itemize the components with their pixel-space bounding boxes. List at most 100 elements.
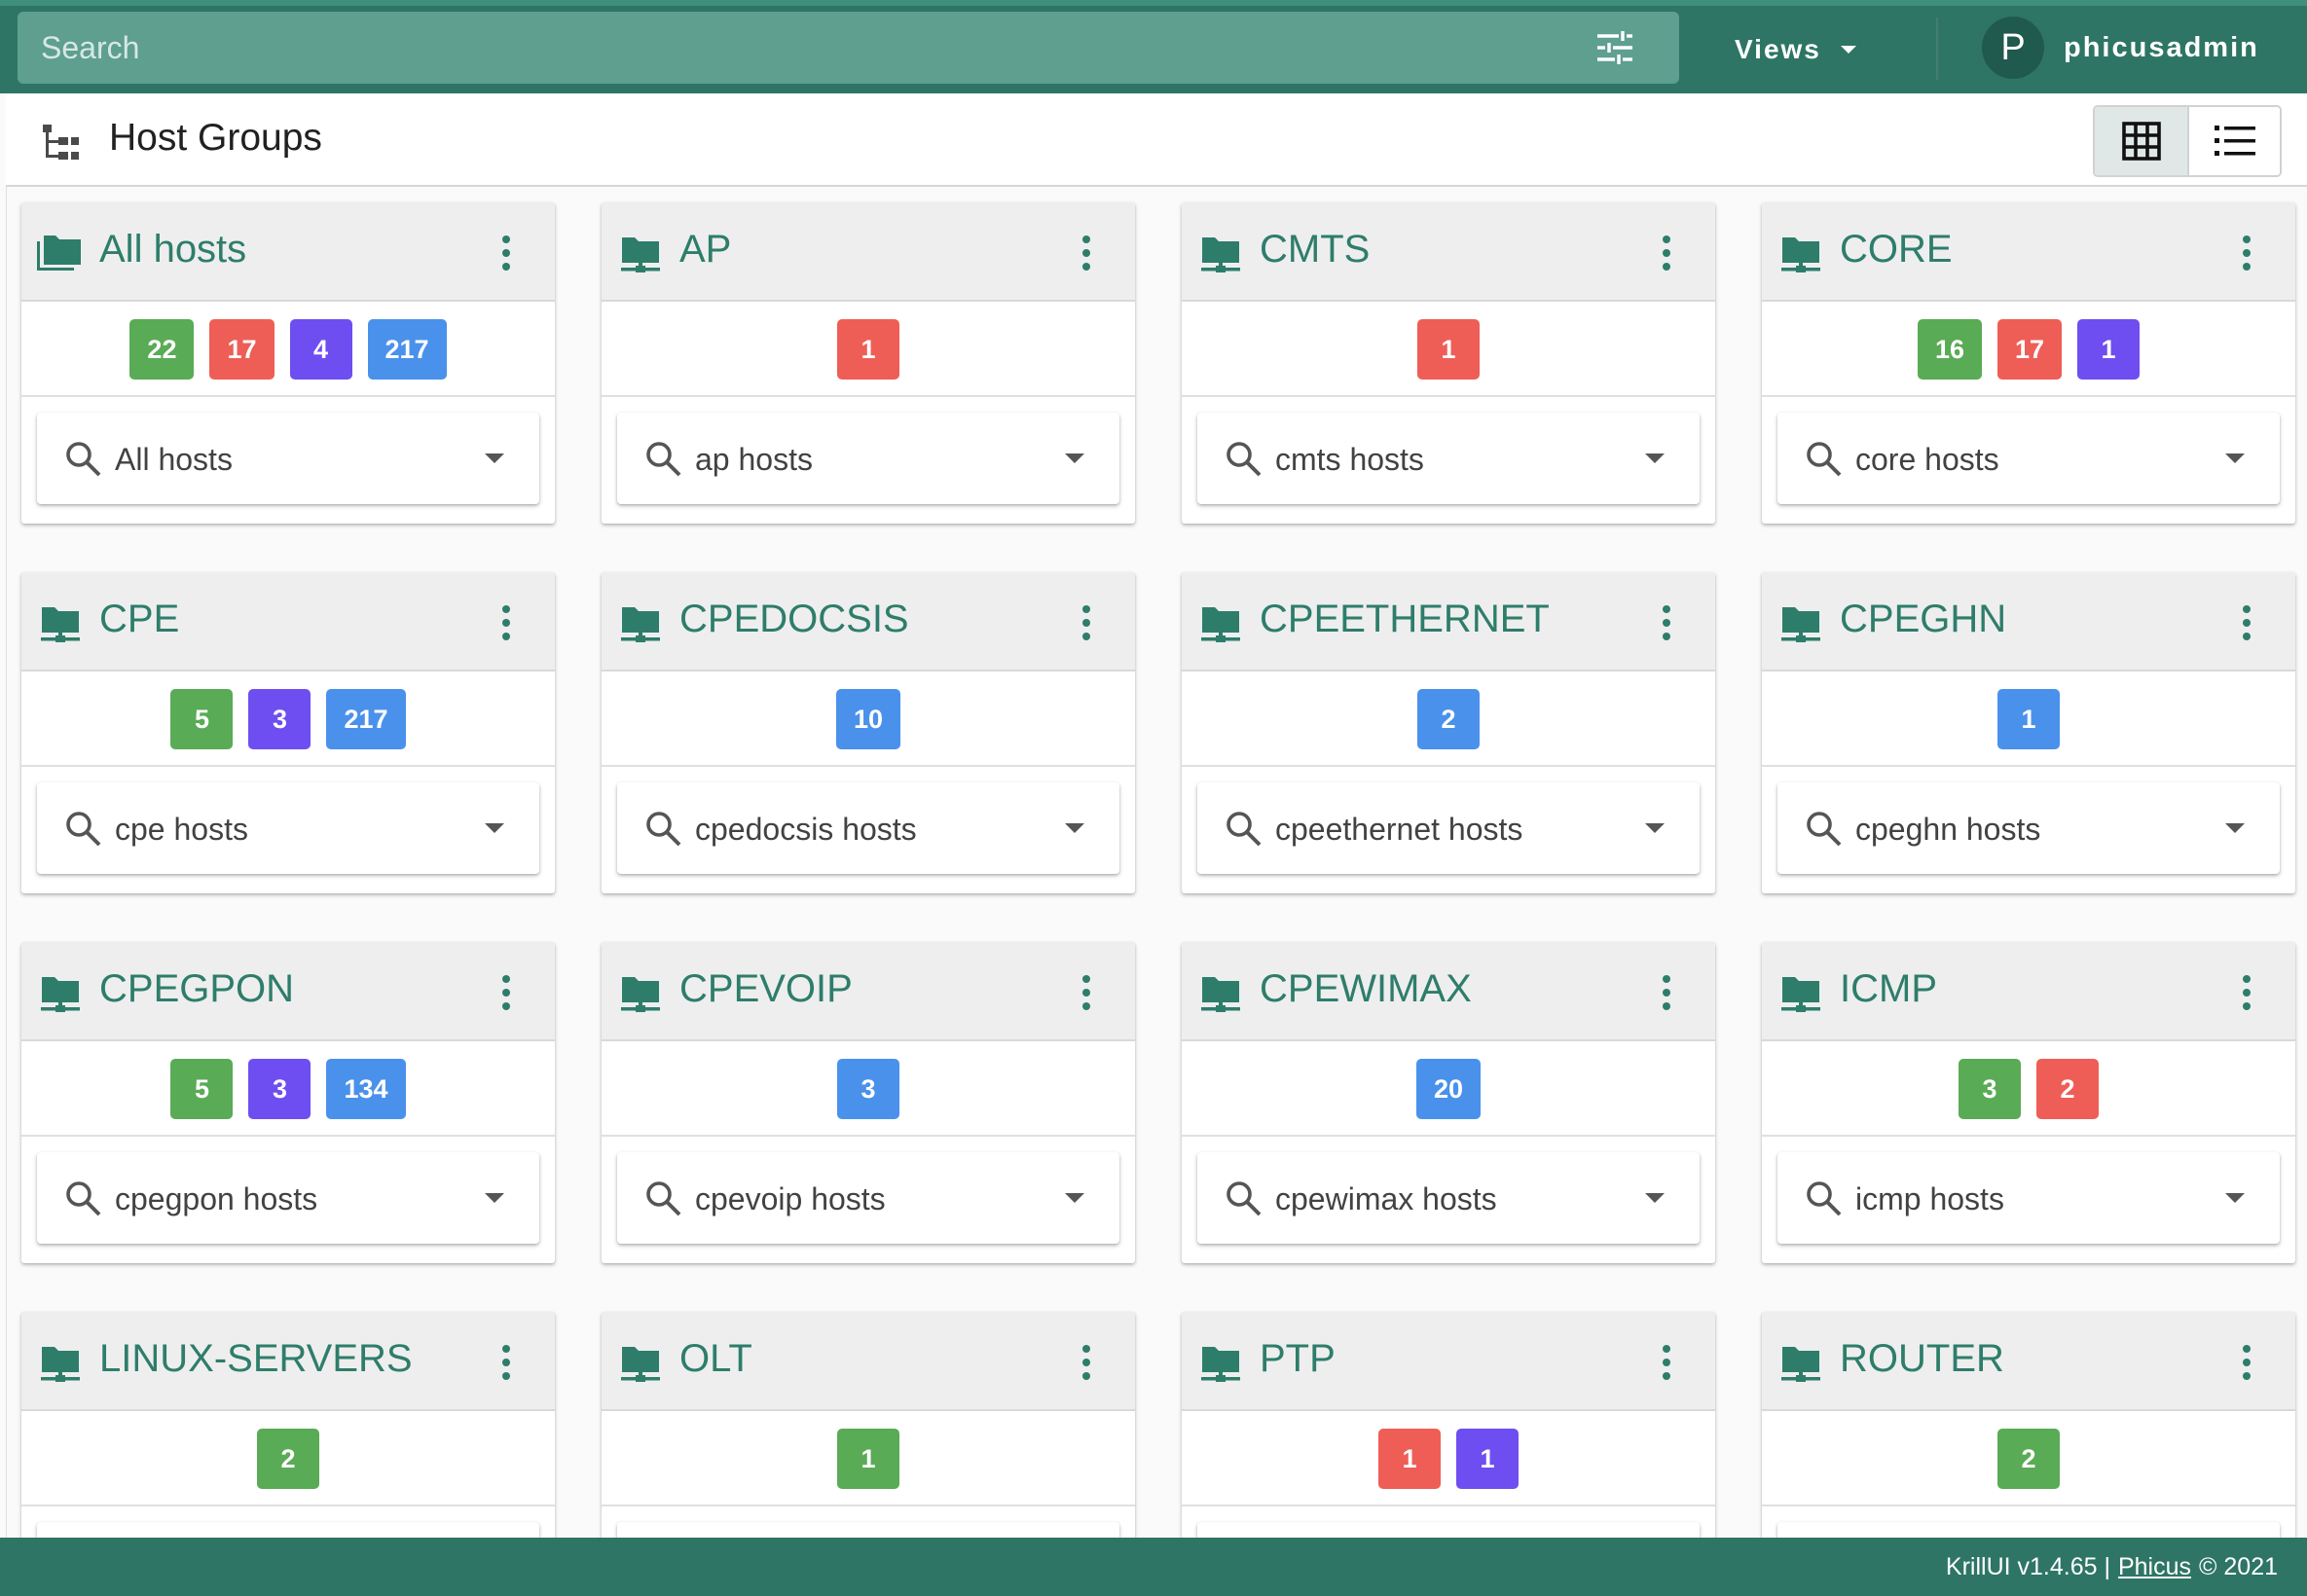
- group-title[interactable]: CPEWIMAX: [1260, 967, 1472, 1011]
- dots-vertical-icon[interactable]: [498, 603, 514, 642]
- hosts-selector[interactable]: ap hosts: [617, 413, 1119, 504]
- status-badge-green[interactable]: 22: [129, 319, 195, 380]
- dots-vertical-icon[interactable]: [2239, 603, 2254, 642]
- tune-sliders-icon[interactable]: [1595, 30, 1634, 65]
- dots-vertical-icon[interactable]: [498, 1343, 514, 1382]
- card-header: LINUX-SERVERS: [21, 1312, 555, 1411]
- hosts-selector[interactable]: core hosts: [1777, 413, 2280, 504]
- status-badge-green[interactable]: 5: [170, 1059, 234, 1119]
- search-input[interactable]: [41, 12, 1501, 84]
- group-title[interactable]: CPEGPON: [99, 967, 294, 1011]
- selector-label: cpeethernet hosts: [1275, 812, 1523, 847]
- dots-vertical-icon[interactable]: [2239, 973, 2254, 1012]
- user-menu[interactable]: P phicusadmin: [1982, 16, 2259, 80]
- status-badges: 1: [1182, 304, 1715, 397]
- dots-vertical-icon[interactable]: [498, 973, 514, 1012]
- dots-vertical-icon[interactable]: [1079, 973, 1094, 1012]
- hosts-selector[interactable]: cpevoip hosts: [617, 1152, 1119, 1244]
- status-badge-blue[interactable]: 10: [835, 689, 901, 749]
- status-badge-blue[interactable]: 134: [326, 1059, 406, 1119]
- group-title[interactable]: CORE: [1840, 228, 1953, 272]
- status-badge-red[interactable]: 2: [2036, 1059, 2099, 1119]
- hosts-selector[interactable]: cpedocsis hosts: [617, 782, 1119, 874]
- dots-vertical-icon[interactable]: [1079, 1343, 1094, 1382]
- search-icon: [66, 812, 101, 847]
- dots-vertical-icon[interactable]: [1079, 234, 1094, 272]
- status-badge-purple[interactable]: 3: [248, 1059, 311, 1119]
- dots-vertical-icon[interactable]: [2239, 234, 2254, 272]
- hosts-selector[interactable]: [617, 1522, 1119, 1538]
- hosts-selector[interactable]: cpeghn hosts: [1777, 782, 2280, 874]
- dots-vertical-icon[interactable]: [498, 234, 514, 272]
- host-group-card: CPEDOCSIS 10 cpedocsis hosts: [602, 572, 1135, 893]
- dots-vertical-icon[interactable]: [1659, 234, 1674, 272]
- search-icon: [1227, 442, 1262, 477]
- hosts-selector[interactable]: All hosts: [37, 413, 539, 504]
- status-badge-green[interactable]: 2: [257, 1429, 319, 1489]
- group-title[interactable]: LINUX-SERVERS: [99, 1337, 413, 1381]
- dots-vertical-icon[interactable]: [1079, 603, 1094, 642]
- host-group-card: CORE 16 17 1 core hosts: [1762, 202, 2295, 524]
- status-badge-red[interactable]: 1: [1378, 1429, 1441, 1489]
- status-badge-red[interactable]: 17: [1997, 319, 2063, 380]
- selector-label: cpegpon hosts: [115, 1181, 318, 1216]
- group-title[interactable]: CPEGHN: [1840, 598, 2006, 641]
- hosts-selector[interactable]: icmp hosts: [1777, 1152, 2280, 1244]
- status-badge-red[interactable]: 1: [837, 319, 899, 380]
- status-badge-green[interactable]: 2: [1997, 1429, 2060, 1489]
- group-title[interactable]: CPEDOCSIS: [679, 598, 909, 641]
- host-group-card: All hosts 22 17 4 217 All hosts: [21, 202, 555, 524]
- status-badge-blue[interactable]: 2: [1417, 689, 1480, 749]
- hosts-selector[interactable]: [1197, 1522, 1700, 1538]
- group-title[interactable]: CPEVOIP: [679, 967, 853, 1011]
- status-badge-purple[interactable]: 1: [1456, 1429, 1519, 1489]
- status-badge-green[interactable]: 1: [837, 1429, 899, 1489]
- status-badge-blue[interactable]: 1: [1997, 689, 2060, 749]
- hosts-selector[interactable]: cpe hosts: [37, 782, 539, 874]
- card-header: PTP: [1182, 1312, 1715, 1411]
- caret-down-icon: [1065, 453, 1084, 463]
- status-badge-blue[interactable]: 3: [837, 1059, 899, 1119]
- status-badge-green[interactable]: 16: [1917, 319, 1982, 380]
- status-badge-red[interactable]: 1: [1417, 319, 1480, 380]
- dots-vertical-icon[interactable]: [2239, 1343, 2254, 1382]
- status-badge-purple[interactable]: 1: [2077, 319, 2141, 380]
- status-badge-purple[interactable]: 4: [289, 319, 352, 380]
- selector-label: cpeghn hosts: [1855, 812, 2041, 847]
- hosts-selector[interactable]: cpeethernet hosts: [1197, 782, 1700, 874]
- host-group-card: CPE 5 3 217 cpe hosts: [21, 572, 555, 893]
- group-title[interactable]: ROUTER: [1840, 1337, 2004, 1381]
- status-badge-blue[interactable]: 217: [326, 689, 406, 749]
- group-title[interactable]: PTP: [1260, 1337, 1336, 1381]
- hosts-selector[interactable]: cpewimax hosts: [1197, 1152, 1700, 1244]
- group-title[interactable]: AP: [679, 228, 731, 272]
- group-title[interactable]: ICMP: [1840, 967, 1937, 1011]
- group-title[interactable]: CMTS: [1260, 228, 1370, 272]
- host-group-card: CPEGPON 5 3 134 cpegpon hosts: [21, 942, 555, 1263]
- grid-view-button[interactable]: [2095, 107, 2187, 175]
- status-badge-red[interactable]: 17: [209, 319, 275, 380]
- footer-company-link[interactable]: Phicus: [2118, 1553, 2191, 1581]
- dots-vertical-icon[interactable]: [1659, 603, 1674, 642]
- hosts-selector[interactable]: cmts hosts: [1197, 413, 1700, 504]
- status-badges: 5 3 134: [21, 1043, 555, 1137]
- list-view-button[interactable]: [2187, 107, 2280, 175]
- status-badge-green[interactable]: 3: [1959, 1059, 2021, 1119]
- status-badge-purple[interactable]: 3: [248, 689, 311, 749]
- views-menu-button[interactable]: Views: [1735, 19, 1900, 80]
- hosts-selector[interactable]: cpegpon hosts: [37, 1152, 539, 1244]
- host-group-card: OLT 1: [602, 1312, 1135, 1538]
- hosts-selector[interactable]: [37, 1522, 539, 1538]
- group-title[interactable]: CPE: [99, 598, 179, 641]
- search-icon: [1807, 812, 1842, 847]
- hosts-selector[interactable]: [1777, 1522, 2280, 1538]
- caret-down-icon: [1645, 453, 1665, 463]
- status-badge-green[interactable]: 5: [170, 689, 234, 749]
- group-title[interactable]: OLT: [679, 1337, 752, 1381]
- dots-vertical-icon[interactable]: [1659, 973, 1674, 1012]
- group-title[interactable]: All hosts: [99, 228, 246, 272]
- dots-vertical-icon[interactable]: [1659, 1343, 1674, 1382]
- status-badge-blue[interactable]: 20: [1415, 1059, 1482, 1119]
- group-title[interactable]: CPEETHERNET: [1260, 598, 1550, 641]
- status-badge-blue[interactable]: 217: [367, 319, 447, 380]
